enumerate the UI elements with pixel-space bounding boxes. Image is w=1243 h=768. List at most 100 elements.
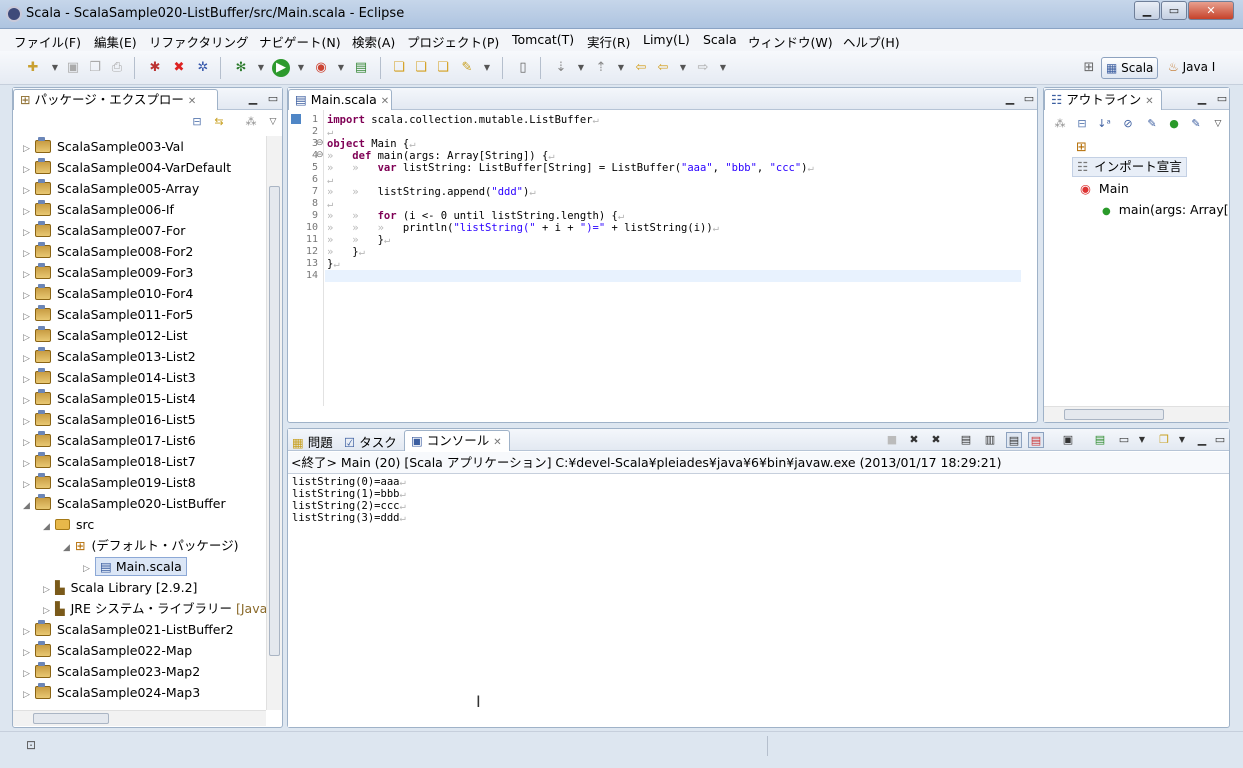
- package-tree-vscrollbar[interactable]: [266, 136, 282, 710]
- filters-icon[interactable]: ⁂: [243, 114, 259, 130]
- menu-file[interactable]: ファイル(F): [14, 32, 81, 51]
- tree-item-open-project[interactable]: ◢ ScalaSample020-ListBuffer: [13, 493, 226, 514]
- forward-icon[interactable]: ⇨: [694, 59, 712, 77]
- menu-limy[interactable]: Limy(L): [643, 32, 690, 47]
- tree-item-scala-library[interactable]: ▷ ▙ Scala Library [2.9.2]: [13, 577, 197, 598]
- clear-console-icon[interactable]: ▤: [958, 432, 974, 448]
- menu-window[interactable]: ウィンドウ(W): [748, 32, 833, 51]
- maximize-view-icon[interactable]: ▭: [265, 91, 281, 107]
- show-on-stdout-icon[interactable]: ▤: [1006, 432, 1022, 448]
- filter-icon[interactable]: ⁂: [1052, 116, 1068, 132]
- fast-view-icon[interactable]: ⊡: [26, 738, 36, 752]
- tab-package-explorer[interactable]: ⊞ パッケージ・エクスプロー ✕: [13, 89, 218, 110]
- tree-item-project[interactable]: ▷ ScalaSample014-List3: [13, 367, 196, 388]
- console-output[interactable]: listString(0)=aaa↵ listString(1)=bbb↵ li…: [288, 475, 1213, 711]
- outline-hscrollbar[interactable]: [1044, 406, 1229, 422]
- tree-item-project[interactable]: ▷ ScalaSample011-For5: [13, 304, 193, 325]
- collapse-all-icon[interactable]: ⊟: [189, 114, 205, 130]
- save-all-icon[interactable]: ❐: [86, 59, 104, 77]
- menu-run[interactable]: 実行(R): [587, 32, 630, 51]
- open-console-icon[interactable]: ▭: [1116, 432, 1132, 448]
- view-menu-icon[interactable]: ▽: [265, 114, 281, 130]
- hide-nonpublic-icon[interactable]: ●: [1166, 116, 1182, 132]
- hide-fields-icon[interactable]: ⊘: [1120, 116, 1136, 132]
- new-console-icon[interactable]: ❐: [1156, 432, 1172, 448]
- menu-scala[interactable]: Scala: [703, 32, 737, 47]
- tree-item-project[interactable]: ▷ ScalaSample008-For2: [13, 241, 193, 262]
- outline-imports[interactable]: ☷ インポート宣言: [1072, 157, 1187, 177]
- new-package-icon[interactable]: ❏: [412, 59, 430, 77]
- scroll-lock-icon[interactable]: ▥: [982, 432, 998, 448]
- tree-item-project[interactable]: ▷ ScalaSample019-List8: [13, 472, 196, 493]
- minimize-button[interactable]: ▁: [1134, 1, 1160, 20]
- hide-local-types-icon[interactable]: ✎: [1188, 116, 1204, 132]
- prev-annotation-dropdown-icon[interactable]: ▼: [612, 59, 630, 77]
- close-button[interactable]: ✕: [1188, 1, 1234, 20]
- editor-vscrollbar[interactable]: [1021, 110, 1037, 406]
- run-dropdown-icon[interactable]: ▼: [292, 59, 310, 77]
- sort-icon[interactable]: ↓ᵃ: [1096, 116, 1112, 132]
- hide-static-icon[interactable]: ✎: [1144, 116, 1160, 132]
- clean-icon[interactable]: ✖: [170, 59, 188, 77]
- maximize-view-icon[interactable]: ▭: [1021, 91, 1037, 107]
- minimize-view-icon[interactable]: ▁: [1194, 432, 1210, 448]
- search-icon[interactable]: ✎: [458, 59, 476, 77]
- console-hscrollbar[interactable]: [288, 711, 1213, 727]
- close-icon[interactable]: ✕: [381, 96, 389, 107]
- link-with-editor-icon[interactable]: ⇆: [211, 114, 227, 130]
- next-annotation-dropdown-icon[interactable]: ▼: [572, 59, 590, 77]
- tree-item-project[interactable]: ▷ ScalaSample003-Val: [13, 136, 184, 157]
- new-dropdown-icon[interactable]: ▼: [46, 59, 64, 77]
- new-console-dropdown-icon[interactable]: ▼: [1174, 432, 1190, 448]
- tree-item-src[interactable]: ◢ src: [13, 514, 94, 535]
- tree-item-project[interactable]: ▷ ScalaSample009-For3: [13, 262, 193, 283]
- back-dropdown-icon[interactable]: ▼: [674, 59, 692, 77]
- forward-dropdown-icon[interactable]: ▼: [714, 59, 732, 77]
- toggle-mark-icon[interactable]: ▯: [514, 59, 532, 77]
- debug-icon[interactable]: ✻: [232, 59, 250, 77]
- maximize-view-icon[interactable]: ▭: [1214, 91, 1230, 107]
- open-perspective-icon[interactable]: ⊞: [1080, 59, 1098, 77]
- menu-refactor[interactable]: リファクタリング: [149, 32, 249, 51]
- last-edit-icon[interactable]: ⇦: [632, 59, 650, 77]
- tree-item-jre[interactable]: ▷ ▙ JRE システム・ライブラリー [Java: [13, 598, 266, 619]
- editor-hscrollbar[interactable]: [325, 406, 1021, 422]
- tree-item-project[interactable]: ▷ ScalaSample013-List2: [13, 346, 196, 367]
- tree-item-main-scala[interactable]: ▷ ▤ Main.scala: [13, 556, 187, 577]
- menu-search[interactable]: 検索(A): [352, 32, 395, 51]
- build-icon[interactable]: ✱: [146, 59, 164, 77]
- menu-help[interactable]: ヘルプ(H): [843, 32, 900, 51]
- scroll-thumb[interactable]: [1064, 409, 1164, 420]
- code-area[interactable]: import scala.collection.mutable.ListBuff…: [325, 110, 1021, 406]
- console-dropdown-icon[interactable]: ▼: [1134, 432, 1150, 448]
- scroll-thumb[interactable]: [33, 713, 109, 724]
- tree-item-project[interactable]: ▷ ScalaSample023-Map2: [13, 661, 200, 682]
- search-dropdown-icon[interactable]: ▼: [478, 59, 496, 77]
- save-icon[interactable]: ▣: [64, 59, 82, 77]
- tree-item-project[interactable]: ▷ ScalaSample018-List7: [13, 451, 196, 472]
- tree-item-project[interactable]: ▷ ScalaSample022-Map: [13, 640, 192, 661]
- scroll-thumb[interactable]: [269, 186, 280, 656]
- menu-navigate[interactable]: ナビゲート(N): [259, 32, 341, 51]
- tab-main-scala[interactable]: ▤ Main.scala ✕: [288, 89, 392, 110]
- close-icon[interactable]: ✕: [493, 437, 501, 448]
- close-icon[interactable]: ✕: [1145, 96, 1153, 107]
- coverage-icon[interactable]: ▤: [352, 59, 370, 77]
- maximize-button[interactable]: ▭: [1161, 1, 1187, 20]
- tab-outline[interactable]: ☷ アウトライン ✕: [1044, 89, 1162, 110]
- prev-annotation-icon[interactable]: ⇡: [592, 59, 610, 77]
- maximize-view-icon[interactable]: ▭: [1212, 432, 1228, 448]
- tree-item-project[interactable]: ▷ ScalaSample004-VarDefault: [13, 157, 231, 178]
- menu-edit[interactable]: 編集(E): [94, 32, 137, 51]
- scala-build-icon[interactable]: ✲: [194, 59, 212, 77]
- tree-item-project[interactable]: ▷ ScalaSample005-Array: [13, 178, 199, 199]
- minimize-view-icon[interactable]: ▁: [245, 91, 261, 107]
- debug-dropdown-icon[interactable]: ▼: [252, 59, 270, 77]
- tree-item-project[interactable]: ▷ ScalaSample006-If: [13, 199, 174, 220]
- pin-console-icon[interactable]: ▣: [1060, 432, 1076, 448]
- open-type-icon[interactable]: ❏: [390, 59, 408, 77]
- tab-tasks[interactable]: ☑ タスク: [344, 432, 397, 451]
- minimize-view-icon[interactable]: ▁: [1002, 91, 1018, 107]
- print-icon[interactable]: ⎙: [108, 59, 126, 77]
- minimize-view-icon[interactable]: ▁: [1194, 91, 1210, 107]
